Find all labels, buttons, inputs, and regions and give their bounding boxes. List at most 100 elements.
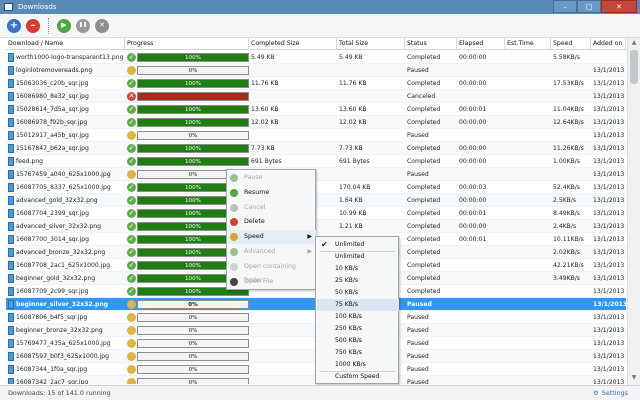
cell-added: 13/1/2013 [593,327,625,334]
col-total[interactable]: Total Size [337,38,405,50]
minimize-button[interactable]: – [553,0,577,13]
speed-option[interactable]: 10 KB/s [317,263,399,275]
table-row[interactable]: ✓ 100% worth1000-logo-transparent13.png 5.4… [6,51,626,64]
speed-option[interactable]: 250 KB/s [317,323,399,335]
cell-est [507,64,549,77]
speed-option[interactable]: 500 KB/s [317,335,399,347]
speed-option[interactable]: Unlimited [317,251,399,263]
speed-option[interactable]: 75 KB/s [317,299,399,311]
cell-added: 13/1/2013 [593,158,625,165]
table-row[interactable]: ✕ 16086980_8e32_sqr.jpg Canceled 13/1/2013 [6,90,626,103]
speed-option-label: 250 KB/s [335,325,362,332]
progress-label: 100% [185,55,201,61]
file-icon [8,196,14,205]
col-progress[interactable]: Progress [125,38,249,50]
cell-added: 13/1/2013 [593,353,625,360]
speed-option[interactable]: 1000 KB/s [317,359,399,371]
submenu-arrow-icon: ▶ [307,248,312,255]
scroll-up-icon[interactable]: ▲ [629,39,639,49]
cell-speed [553,363,591,376]
completed-icon: ✓ [127,118,136,127]
scroll-thumb[interactable] [630,50,638,84]
paused-icon [127,170,136,179]
cell-speed: 17.53KB/s [553,80,584,87]
cell-est [507,350,549,363]
speed-option[interactable]: 50 KB/s [317,287,399,299]
table-row[interactable]: ✓ 100% advanced_silver_32x32.png 1.21 KB Com… [6,220,626,233]
file-icon [8,339,14,348]
col-name[interactable]: Download / Name [6,38,125,50]
scroll-down-icon[interactable]: ▼ [629,374,639,384]
menu-item-advanced[interactable]: Advanced ▶ [228,245,316,259]
col-completed[interactable]: Completed Size [249,38,337,50]
table-row[interactable]: 0% 15012917_a45b_sqr.jpg Paused 13/1/2013 [6,129,626,142]
col-esttime[interactable]: Est.Time [505,38,551,50]
stop-icon[interactable]: ✕ [95,18,109,33]
table-row[interactable]: ✓ 100% 16087705_8337_625x1000.jpg 170.04 KB… [6,181,626,194]
cell-total: 7.73 KB [339,145,363,152]
speed-option[interactable]: 750 KB/s [317,347,399,359]
cell-added: 13/1/2013 [593,106,625,113]
speed-option[interactable]: Custom Speed [317,371,399,383]
vertical-scrollbar[interactable]: ▲ ▼ [627,38,640,385]
close-button[interactable]: ✕ [601,0,637,13]
progress-label: 100% [185,107,201,113]
menu-item-pause[interactable]: Pause [228,171,316,185]
cell-added: 13/1/2013 [593,184,625,191]
table-row[interactable]: ✓ 100% 16086978_f92b_sqr.jpg 12.02 KB 12.02 … [6,116,626,129]
table-row[interactable]: ✓ 100% 15063036_c20b_sqr.jpg 11.76 KB 11.76 … [6,77,626,90]
cell-status: Completed [407,54,441,61]
cell-added: 13/1/2013 [593,210,625,217]
title-bar[interactable]: Downloads – □ ✕ [0,0,640,14]
cell-name: 16087597_b0f3_625x1000.jpg [16,353,109,360]
speed-option[interactable]: 100 KB/s [317,311,399,323]
table-row[interactable]: ✓ 100% advanced_gold_32x32.png 1.64 KB Compl… [6,194,626,207]
table-row[interactable]: ✓ 100% 15167847_b62a_sqr.jpg 7.73 KB 7.73 KB… [6,142,626,155]
cell-name: loginlotremovereads.png [16,67,93,74]
file-icon [8,105,14,114]
file-icon [8,118,14,127]
table-row[interactable]: ✓ 100% 16087704_2399_sqr.jpg 10.99 KB Comple… [6,207,626,220]
remove-icon[interactable]: – [26,18,40,33]
speed-option[interactable]: 25 KB/s [317,275,399,287]
pause-icon[interactable]: ❚❚ [76,18,90,33]
menu-item-open-containing-folder[interactable]: Open containing folder [228,260,316,284]
menu-item-cancel[interactable]: Cancel [228,201,316,215]
menu-item-resume[interactable]: Resume [228,186,316,200]
cell-added: 13/1/2013 [593,249,625,256]
cell-elapsed: 00:00:01 [459,106,487,113]
cell-est [507,376,549,384]
cell-added: 13/1/2013 [593,288,625,295]
col-speed[interactable]: Speed [551,38,591,50]
add-icon[interactable]: + [7,18,21,33]
cell-total: 10.99 KB [339,210,367,217]
cell-name: 16086980_8e32_sqr.jpg [16,93,89,100]
start-icon[interactable]: ▶ [57,18,71,33]
cell-elapsed [459,324,503,337]
settings-link[interactable]: ⚙ Settings [593,389,628,397]
table-row[interactable]: ✓ 100% 15028614_7d5a_sqr.jpg 13.60 KB 13.60 … [6,103,626,116]
menu-item-label: Pause [244,174,263,181]
cell-added: 13/1/2013 [593,145,625,152]
cell-status: Paused [407,379,429,384]
progress-bar: 0% [137,339,249,348]
col-status[interactable]: Status [405,38,457,50]
cell-completed [251,90,335,103]
col-elapsed[interactable]: Elapsed [457,38,505,50]
speed-option[interactable]: ✔ Unlimited [317,239,399,251]
cell-est [507,51,549,64]
cell-elapsed [459,376,503,384]
menu-item-speed[interactable]: Speed ▶ [228,230,316,244]
maximize-button[interactable]: □ [577,0,601,13]
cell-speed [553,298,591,311]
file-icon [8,235,14,244]
table-row[interactable]: 0% loginlotremovereads.png Paused 13/1/2013 [6,64,626,77]
menu-item-open-file[interactable]: Open File [228,275,316,289]
cell-est [507,298,549,311]
col-added[interactable]: Added on [591,38,626,50]
menu-item-delete[interactable]: Delete [228,215,316,229]
completed-icon: ✓ [127,157,136,166]
cell-name: 16087700_3014_sqr.jpg [16,236,89,243]
table-row[interactable]: 0% 15767459_a040_625x1000.jpg Paused 13/1/2… [6,168,626,181]
table-row[interactable]: ✓ 100% feed.png 691 Bytes 691 Bytes Completed… [6,155,626,168]
